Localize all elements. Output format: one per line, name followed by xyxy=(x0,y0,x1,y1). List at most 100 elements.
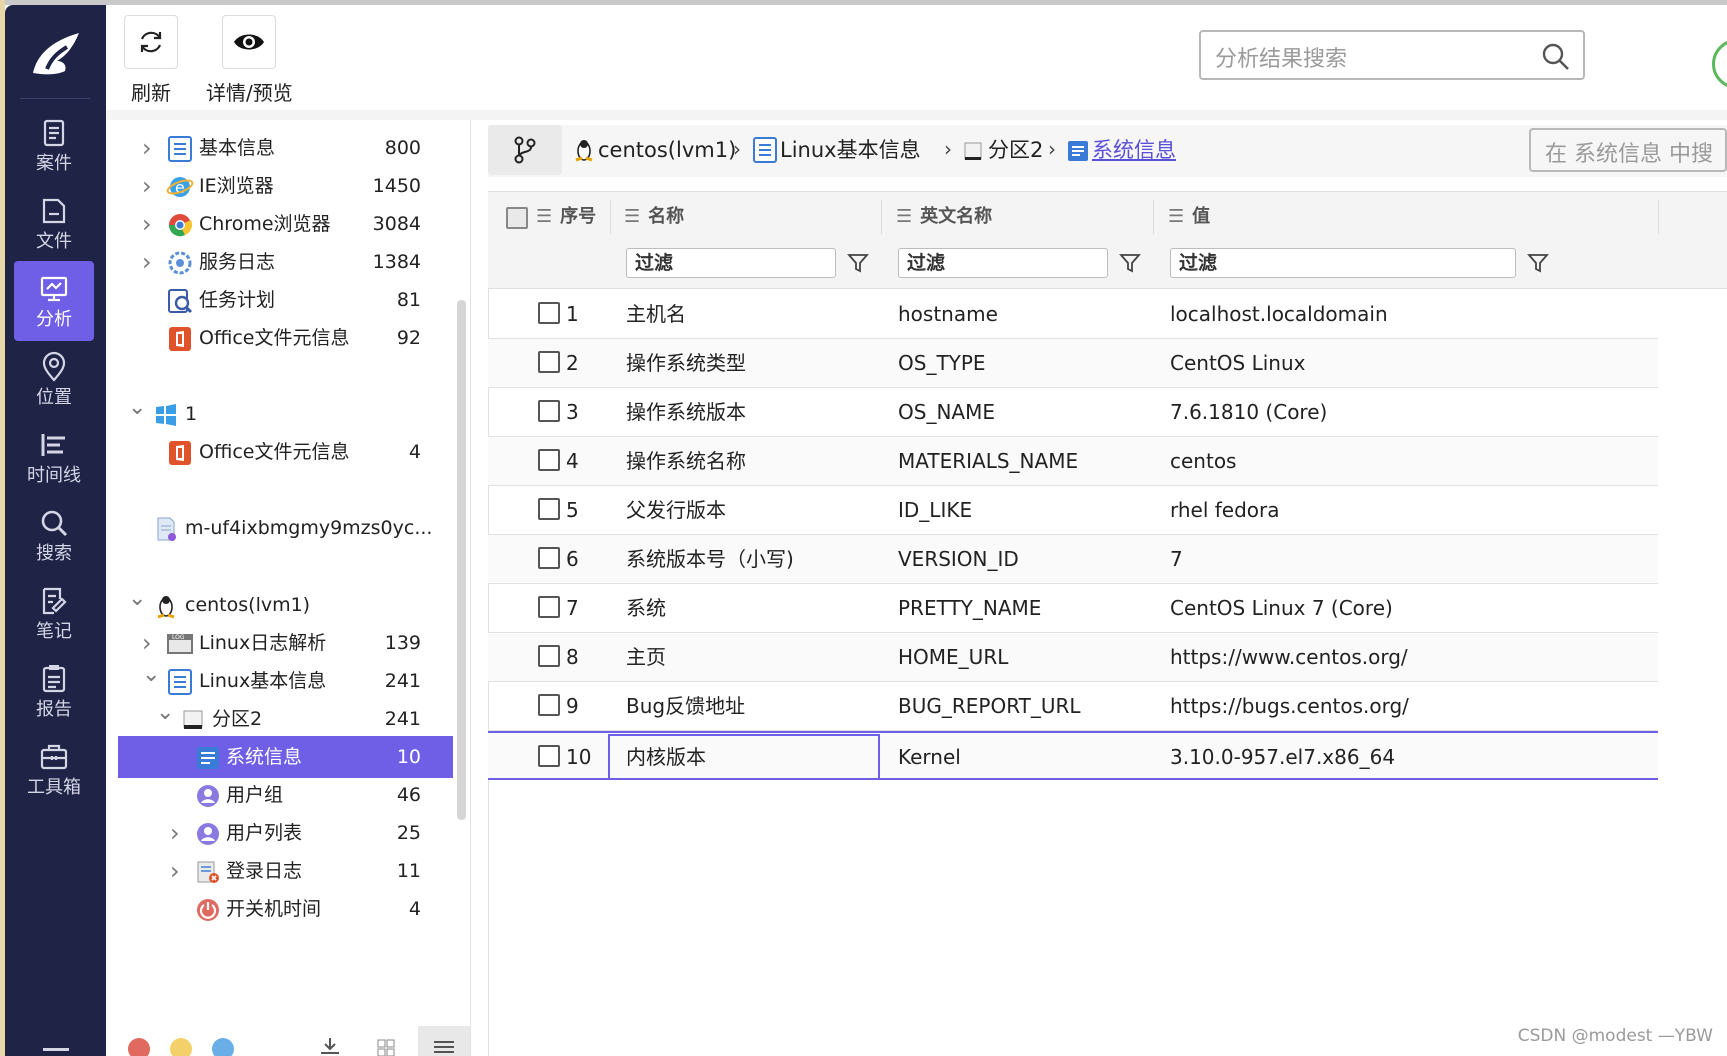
yellow-dot-icon[interactable] xyxy=(170,1038,192,1056)
row-value[interactable]: 3.10.0-957.el7.x86_64 xyxy=(1170,733,1395,781)
row-checkbox[interactable] xyxy=(538,302,560,324)
tree-item[interactable]: › 登录日志 11 xyxy=(118,850,453,892)
select-all-checkbox[interactable] xyxy=(506,207,528,229)
column-header-value[interactable]: ☰ 值 xyxy=(1168,192,1210,242)
row-checkbox[interactable] xyxy=(538,547,560,569)
chevron-right-icon[interactable]: › xyxy=(142,622,158,664)
breadcrumb-item-partition[interactable]: 分区2 xyxy=(988,125,1043,175)
column-header-no[interactable]: ☰ 序号 xyxy=(536,192,596,242)
chevron-down-icon[interactable]: ⌄ xyxy=(128,584,146,626)
table-row[interactable]: 4 操作系统名称 MATERIALS_NAME centos xyxy=(488,437,1658,486)
refresh-button[interactable]: 刷新 xyxy=(124,15,178,106)
analysis-search-input[interactable]: 分析结果搜索 xyxy=(1199,30,1585,80)
english-name-filter-input[interactable]: 过滤 xyxy=(898,248,1108,278)
table-row[interactable]: 6 系统版本号（小写) VERSION_ID 7 xyxy=(488,535,1658,584)
sidebar-item-case[interactable]: 案件 xyxy=(14,105,94,185)
chevron-right-icon[interactable]: › xyxy=(170,812,186,854)
tree-item[interactable]: › 基本信息 800 xyxy=(118,127,453,169)
list-view-button[interactable] xyxy=(418,1026,470,1056)
blue-dot-icon[interactable] xyxy=(212,1038,234,1056)
table-row[interactable]: 10 内核版本 Kernel 3.10.0-957.el7.x86_64 xyxy=(488,731,1658,780)
chevron-right-icon[interactable]: › xyxy=(170,850,186,892)
tree-item[interactable]: ⌄ Linux基本信息 241 xyxy=(118,660,453,702)
chevron-down-icon[interactable]: ⌄ xyxy=(142,660,160,702)
row-name: 父发行版本 xyxy=(626,498,726,522)
chevron-right-icon[interactable]: › xyxy=(142,203,158,245)
grid-view-icon[interactable] xyxy=(376,1038,396,1056)
table-row[interactable]: 5 父发行版本 ID_LIKE rhel fedora xyxy=(488,486,1658,535)
tree-item[interactable]: m-uf4ixbmgmy9mzs0yc... xyxy=(118,507,453,549)
sidebar-item-toolbox[interactable]: 工具箱 xyxy=(14,729,94,809)
row-checkbox[interactable] xyxy=(538,351,560,373)
preview-button[interactable]: 详情/预览 xyxy=(206,15,293,106)
tree-item[interactable]: › Chrome浏览器 3084 xyxy=(118,203,453,245)
row-value[interactable]: localhost.localdomain xyxy=(1170,290,1388,338)
status-icon[interactable] xyxy=(1712,39,1727,89)
menu-icon[interactable] xyxy=(43,1048,69,1056)
sidebar-item-location[interactable]: 位置 xyxy=(14,339,94,419)
chevron-down-icon[interactable]: ⌄ xyxy=(128,393,146,435)
row-checkbox[interactable] xyxy=(538,498,560,520)
tree-item[interactable]: ⌄ 分区2 241 xyxy=(118,698,453,740)
tree-item[interactable]: Office文件元信息 92 xyxy=(118,317,453,359)
tree-item[interactable]: 开关机时间 4 xyxy=(118,888,453,930)
branch-button[interactable] xyxy=(488,125,562,175)
sidebar-item-file[interactable]: 文件 xyxy=(14,183,94,263)
file-icon xyxy=(42,198,66,224)
tree-scrollbar[interactable] xyxy=(457,300,466,820)
row-checkbox[interactable] xyxy=(538,645,560,667)
row-checkbox[interactable] xyxy=(538,400,560,422)
sidebar-item-timeline[interactable]: 时间线 xyxy=(14,417,94,497)
search-icon[interactable] xyxy=(1541,42,1571,72)
column-header-english-name[interactable]: ☰ 英文名称 xyxy=(896,192,992,242)
row-checkbox[interactable] xyxy=(538,449,560,471)
tree-item[interactable]: 用户组 46 xyxy=(118,774,453,816)
row-value[interactable]: centos xyxy=(1170,437,1236,485)
chevron-down-icon[interactable]: ⌄ xyxy=(156,698,174,740)
row-value[interactable]: CentOS Linux xyxy=(1170,339,1305,387)
row-checkbox[interactable] xyxy=(538,745,560,767)
filter-icon[interactable] xyxy=(846,251,870,275)
tree-item[interactable]: Office文件元信息 4 xyxy=(118,431,453,473)
sidebar-item-analysis[interactable]: 分析 xyxy=(14,261,94,341)
table-row[interactable]: 9 Bug反馈地址 BUG_REPORT_URL https://bugs.cento… xyxy=(488,682,1658,731)
collapse-all-icon[interactable] xyxy=(318,1036,342,1056)
tree-item[interactable]: 任务计划 81 xyxy=(118,279,453,321)
red-dot-icon[interactable] xyxy=(128,1038,150,1056)
chevron-right-icon[interactable]: › xyxy=(142,127,158,169)
sidebar-item-search[interactable]: 搜索 xyxy=(14,495,94,575)
value-filter-input[interactable]: 过滤 xyxy=(1170,248,1516,278)
breadcrumb-item-current[interactable]: 系统信息 xyxy=(1092,125,1176,175)
chevron-right-icon[interactable]: › xyxy=(142,241,158,283)
row-checkbox[interactable] xyxy=(538,694,560,716)
row-checkbox[interactable] xyxy=(538,596,560,618)
breadcrumb-item-linux-info[interactable]: Linux基本信息 xyxy=(780,125,921,175)
sidebar-item-notes[interactable]: 笔记 xyxy=(14,573,94,653)
table-row[interactable]: 3 操作系统版本 OS_NAME 7.6.1810 (Core) xyxy=(488,388,1658,437)
chevron-right-icon[interactable]: › xyxy=(142,165,158,207)
row-value[interactable]: https://bugs.centos.org/ xyxy=(1170,682,1409,730)
breadcrumb-item-centos[interactable]: centos(lvm1) xyxy=(598,125,736,175)
row-value[interactable]: CentOS Linux 7 (Core) xyxy=(1170,584,1393,632)
in-view-search-input[interactable]: 在 系统信息 中搜 xyxy=(1529,128,1727,172)
tree-item[interactable]: ⌄ 1 xyxy=(118,393,453,435)
row-value[interactable]: 7 xyxy=(1170,535,1183,583)
tree-item[interactable]: › LOG Linux日志解析 139 xyxy=(118,622,453,664)
table-row[interactable]: 2 操作系统类型 OS_TYPE CentOS Linux xyxy=(488,339,1658,388)
filter-icon[interactable] xyxy=(1526,251,1550,275)
row-value[interactable]: 7.6.1810 (Core) xyxy=(1170,388,1327,436)
table-row[interactable]: 8 主页 HOME_URL https://www.centos.org/ xyxy=(488,633,1658,682)
table-row[interactable]: 7 系统 PRETTY_NAME CentOS Linux 7 (Core) xyxy=(488,584,1658,633)
filter-icon[interactable] xyxy=(1118,251,1142,275)
column-header-name[interactable]: ☰ 名称 xyxy=(624,192,684,242)
table-row[interactable]: 1 主机名 hostname localhost.localdomain xyxy=(488,290,1658,339)
row-value[interactable]: rhel fedora xyxy=(1170,486,1280,534)
sidebar-item-report[interactable]: 报告 xyxy=(14,651,94,731)
name-filter-input[interactable]: 过滤 xyxy=(626,248,836,278)
tree-item[interactable]: › 用户列表 25 xyxy=(118,812,453,854)
row-value[interactable]: https://www.centos.org/ xyxy=(1170,633,1408,681)
tree-item[interactable]: 系统信息 10 xyxy=(118,736,453,778)
tree-item[interactable]: › e IE浏览器 1450 xyxy=(118,165,453,207)
tree-item[interactable]: ⌄ centos(lvm1) xyxy=(118,584,453,626)
tree-item[interactable]: › 服务日志 1384 xyxy=(118,241,453,283)
